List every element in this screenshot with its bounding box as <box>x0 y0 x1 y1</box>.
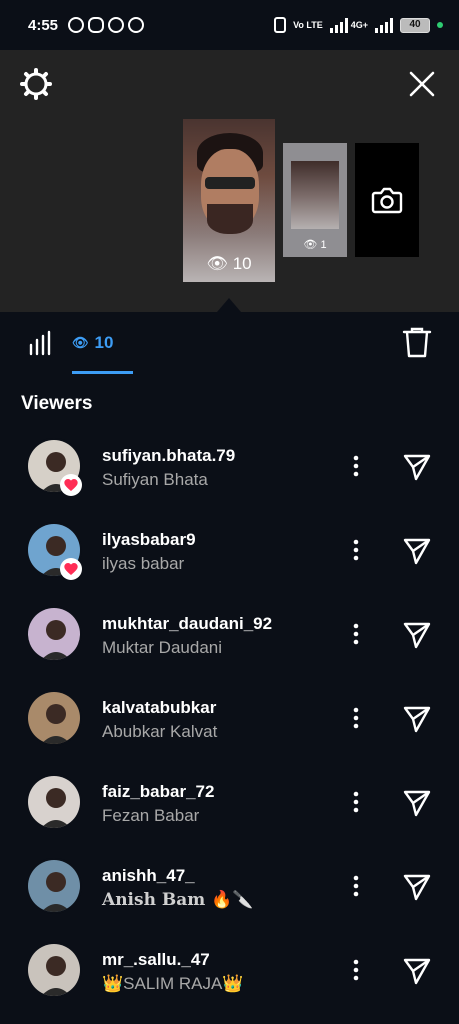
send-message-icon[interactable] <box>402 536 432 566</box>
eye-icon: 👁 <box>72 335 89 350</box>
viewer-fullname: Anish Bam 🔥🔪 <box>102 890 254 910</box>
more-options-icon[interactable] <box>344 454 368 478</box>
liked-heart-badge <box>60 474 82 496</box>
eye-icon: 👁 <box>303 239 318 251</box>
insights-bar-chart-icon[interactable] <box>28 330 54 356</box>
viewer-fullname: Muktar Daudani <box>102 638 223 657</box>
more-options-icon[interactable] <box>344 958 368 982</box>
story-tabs: 👁 10 <box>0 312 459 374</box>
viewer-username[interactable]: ilyasbabar9 <box>102 530 196 550</box>
viewer-row[interactable]: sufiyan.bhata.79 Sufiyan Bhata <box>0 424 459 508</box>
story-views-overlay-small: 👁 1 <box>283 238 347 251</box>
viewer-row[interactable]: mukhtar_daudani_92 Muktar Daudani <box>0 592 459 676</box>
eye-icon: 👁 <box>206 254 228 273</box>
section-title-viewers: Viewers <box>21 393 93 414</box>
notification-icons <box>68 17 145 33</box>
more-options-icon[interactable] <box>344 538 368 562</box>
more-options-icon[interactable] <box>344 874 368 898</box>
tab-viewers[interactable]: 👁 10 <box>72 330 132 356</box>
viewer-row[interactable]: faiz_babar_72 Fezan Babar <box>0 760 459 844</box>
story-views-count-small: 1 <box>320 239 327 251</box>
messenger-icon <box>128 17 145 33</box>
active-tab-indicator <box>72 371 133 374</box>
whatsapp-business-icon <box>108 17 125 33</box>
viewer-username[interactable]: anishh_47_ <box>102 866 195 886</box>
send-message-icon[interactable] <box>402 788 432 818</box>
story-photo-beard <box>207 204 253 234</box>
viewer-fullname: 👑SALIM RAJA👑 <box>102 974 244 993</box>
network-label: Vo LTE <box>293 20 323 30</box>
viewer-list: sufiyan.bhata.79 Sufiyan Bhata ilyasbaba… <box>0 424 459 1012</box>
viewer-fullname: ilyas babar <box>102 554 185 573</box>
send-message-icon[interactable] <box>402 704 432 734</box>
privacy-indicator-icon <box>437 22 443 28</box>
viewer-username[interactable]: faiz_babar_72 <box>102 782 214 802</box>
avatar-silhouette <box>28 776 80 828</box>
story-views-count: 10 <box>232 254 252 273</box>
send-message-icon[interactable] <box>402 620 432 650</box>
viewer-username[interactable]: mukhtar_daudani_92 <box>102 614 272 634</box>
story-strip: 👁 10 👁 1 <box>0 50 459 312</box>
avatar-silhouette <box>28 692 80 744</box>
more-options-icon[interactable] <box>344 706 368 730</box>
heart-icon <box>64 479 78 491</box>
avatar[interactable] <box>26 942 82 998</box>
viewer-row[interactable]: mr_.sallu._47 👑SALIM RAJA👑 <box>0 928 459 1012</box>
snapchat-icon <box>88 17 105 33</box>
more-options-icon[interactable] <box>344 790 368 814</box>
tab-viewers-count: 10 <box>94 333 114 352</box>
viewer-fullname: Fezan Babar <box>102 806 200 825</box>
status-right: Vo LTE 4G+ 40 <box>274 17 443 33</box>
signal-icon-1 <box>329 17 348 33</box>
close-icon[interactable] <box>406 68 438 100</box>
whatsapp-icon <box>68 17 85 33</box>
more-options-icon[interactable] <box>344 622 368 646</box>
selected-story-pointer <box>217 298 241 312</box>
viewer-fullname: Sufiyan Bhata <box>102 470 208 489</box>
liked-heart-badge <box>60 558 82 580</box>
viewer-username[interactable]: sufiyan.bhata.79 <box>102 446 235 466</box>
trash-icon[interactable] <box>402 326 432 358</box>
status-bar: 4:55 Vo LTE 4G+ 40 <box>0 0 459 50</box>
story-photo-glasses <box>205 177 255 189</box>
battery-icon: 40 <box>400 17 430 33</box>
network-type: 4G+ <box>350 20 368 30</box>
camera-icon <box>371 187 403 214</box>
avatar[interactable] <box>26 858 82 914</box>
viewer-username[interactable]: mr_.sallu._47 <box>102 950 210 970</box>
viewer-fullname: Abubkar Kalvat <box>102 722 218 741</box>
viewer-username[interactable]: kalvatabubkar <box>102 698 216 718</box>
viewer-row[interactable]: ilyasbabar9 ilyas babar <box>0 508 459 592</box>
viewer-row[interactable]: kalvatabubkar Abubkar Kalvat <box>0 676 459 760</box>
story-thumbnail-current[interactable]: 👁 10 <box>183 119 275 282</box>
avatar[interactable] <box>26 774 82 830</box>
settings-gear-icon[interactable] <box>20 68 52 100</box>
send-message-icon[interactable] <box>402 872 432 902</box>
story-views-overlay: 👁 10 <box>183 254 275 274</box>
story-thumbnail-next[interactable]: 👁 1 <box>283 143 347 257</box>
avatar-silhouette <box>28 944 80 996</box>
send-message-icon[interactable] <box>402 956 432 986</box>
status-time: 4:55 <box>28 16 59 34</box>
avatar-silhouette <box>28 608 80 660</box>
viewer-row[interactable]: anishh_47_ Anish Bam 🔥🔪 <box>0 844 459 928</box>
story-preview-image <box>291 161 339 229</box>
send-message-icon[interactable] <box>402 452 432 482</box>
avatar-silhouette <box>28 860 80 912</box>
vibrate-icon <box>274 17 287 33</box>
avatar[interactable] <box>26 690 82 746</box>
signal-icon-2 <box>375 17 393 33</box>
add-story-camera-button[interactable] <box>355 143 419 257</box>
avatar[interactable] <box>26 606 82 662</box>
heart-icon <box>64 563 78 575</box>
